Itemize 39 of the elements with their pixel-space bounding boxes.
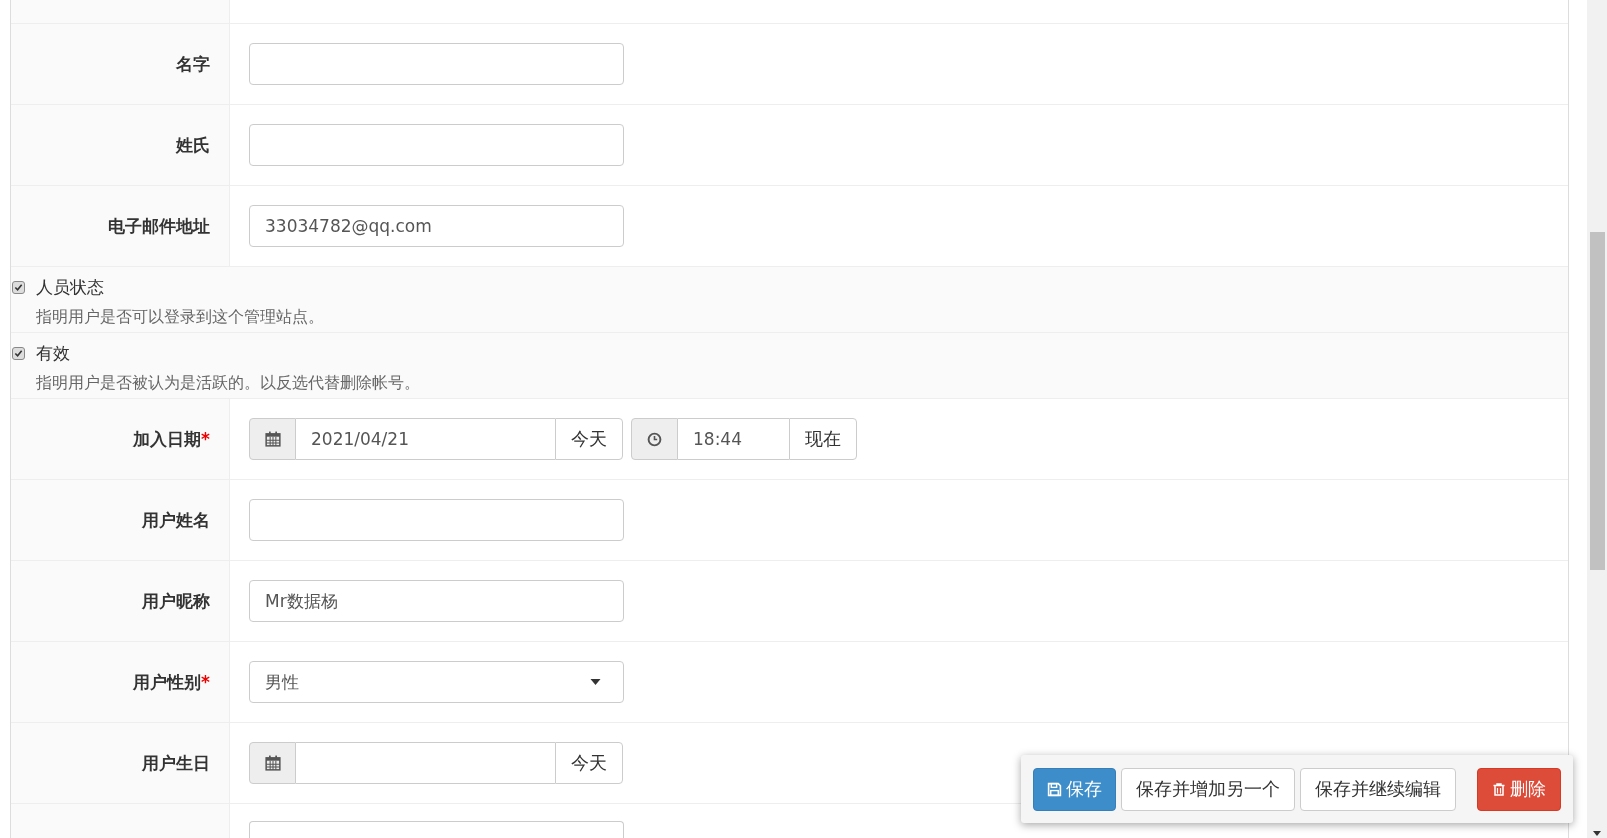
input-field[interactable]	[249, 43, 624, 85]
checkbox[interactable]	[12, 347, 25, 360]
calendar-icon	[249, 742, 296, 784]
scroll-down-icon[interactable]	[1593, 831, 1601, 836]
today-button[interactable]: 今天	[555, 742, 623, 784]
checkbox-label: 人员状态	[36, 276, 104, 299]
field-label: 加入日期*	[133, 427, 210, 451]
field-label: 姓氏	[176, 133, 210, 157]
action-button[interactable]: 保存并继续编辑	[1300, 767, 1456, 811]
field-label: 电子邮件地址	[108, 214, 210, 238]
trash-icon	[1492, 781, 1506, 797]
checkbox-label: 有效	[36, 342, 70, 365]
scrollbar[interactable]	[1587, 0, 1607, 838]
input-field[interactable]	[249, 499, 624, 541]
action-button[interactable]: 保存	[1033, 767, 1116, 811]
calendar-icon	[249, 418, 296, 460]
help-text: 指明用户是否被认为是活跃的。以反选代替删除帐号。	[36, 373, 421, 394]
action-button[interactable]: 保存并增加另一个	[1121, 767, 1295, 811]
help-text: 指明用户是否可以登录到这个管理站点。	[36, 307, 325, 328]
input-field[interactable]: 33034782@qq.com	[249, 205, 624, 247]
field-label: 用户姓名	[142, 508, 210, 532]
field-label: 用户性别*	[133, 670, 210, 694]
clock-icon	[631, 418, 678, 460]
select-field[interactable]: 男性	[249, 661, 624, 703]
scrollbar-thumb[interactable]	[1590, 232, 1605, 570]
today-button[interactable]: 今天	[555, 418, 623, 460]
field-label: 用户生日	[142, 751, 210, 775]
field-label: 名字	[176, 52, 210, 76]
caret-icon	[590, 679, 601, 685]
date-input[interactable]	[296, 742, 555, 784]
time-input[interactable]: 18:44	[678, 418, 789, 460]
field-label: 用户昵称	[142, 589, 210, 613]
now-button[interactable]: 现在	[789, 418, 857, 460]
action-button[interactable]: 删除	[1477, 767, 1561, 811]
date-input[interactable]: 2021/04/21	[296, 418, 555, 460]
input-field[interactable]: Mr数据杨	[249, 580, 624, 622]
input-field[interactable]	[249, 124, 624, 166]
checkbox[interactable]	[12, 281, 25, 294]
save-icon	[1047, 781, 1062, 797]
